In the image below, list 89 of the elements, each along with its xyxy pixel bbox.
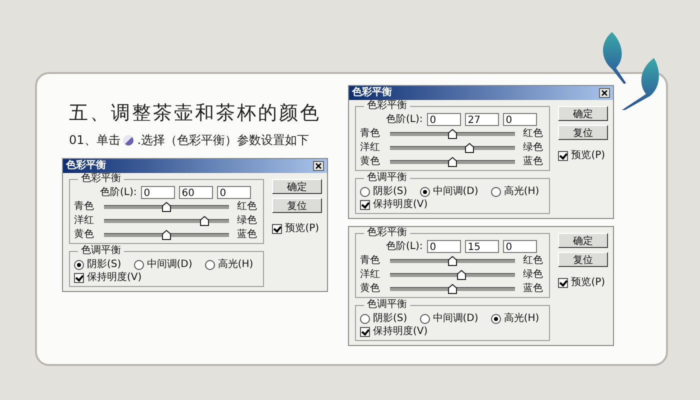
level-field[interactable]: 0 xyxy=(140,186,175,199)
slider-thumb[interactable] xyxy=(457,270,466,280)
slider-thumb[interactable] xyxy=(162,202,172,212)
slider-label: 青色 xyxy=(74,200,95,212)
radio-button[interactable] xyxy=(134,260,144,270)
radio-label: 阴影(S) xyxy=(373,186,408,198)
radio-label: 高光(H) xyxy=(504,313,540,325)
field-label: 色阶(L): xyxy=(386,240,423,252)
slider-thumb[interactable] xyxy=(448,256,458,266)
slider-label: 黄色 xyxy=(360,156,381,168)
close-icon[interactable] xyxy=(313,161,324,171)
slider-thumb[interactable] xyxy=(448,284,458,294)
slider-label: 洋红 xyxy=(360,142,381,154)
radio-label: 高光(H) xyxy=(504,186,540,198)
group-label: 色彩平衡 xyxy=(78,173,124,185)
slider-label: 黄色 xyxy=(360,282,381,294)
dialog-title: 色彩平衡 xyxy=(66,160,106,172)
radio-label: 中间调(D) xyxy=(432,313,478,325)
checkbox-label: 预览(P) xyxy=(571,150,606,162)
level-field[interactable]: 0 xyxy=(502,240,537,253)
checkbox[interactable] xyxy=(272,224,282,234)
radio-button[interactable] xyxy=(490,187,501,197)
step-text: .选择（色彩平衡）参数设置如下 xyxy=(137,132,310,149)
field-label: 色阶(L): xyxy=(100,186,137,198)
slider-label: 蓝色 xyxy=(523,156,544,168)
dialog-title: 色彩平衡 xyxy=(352,87,392,99)
adjustment-icon xyxy=(123,135,134,146)
slider-label: 洋红 xyxy=(74,214,95,226)
group-label: 色彩平衡 xyxy=(364,100,410,112)
radio-button[interactable] xyxy=(74,260,84,270)
checkbox-label: 预览(P) xyxy=(285,223,320,235)
radio-button[interactable] xyxy=(204,260,215,270)
step-text: 01、单击 xyxy=(69,132,120,149)
dialog-button[interactable]: 复位 xyxy=(272,198,322,213)
level-field[interactable]: 0 xyxy=(216,186,251,199)
radio-button[interactable] xyxy=(360,187,370,197)
level-field[interactable]: 0 xyxy=(426,113,461,126)
radio-button[interactable] xyxy=(420,314,430,324)
checkbox[interactable] xyxy=(360,200,370,210)
group-label: 色彩平衡 xyxy=(364,227,410,239)
slider-label: 红色 xyxy=(523,254,544,266)
slide-title: 五、调整茶壶和茶杯的颜色 xyxy=(69,101,321,126)
checkbox-label: 保持明度(V) xyxy=(87,272,142,284)
checkbox[interactable] xyxy=(558,278,568,288)
level-field[interactable]: 60 xyxy=(178,186,213,199)
slider-label: 青色 xyxy=(360,254,381,266)
close-icon[interactable] xyxy=(599,88,610,98)
group-label: 色调平衡 xyxy=(364,299,410,311)
dialog-button[interactable]: 复位 xyxy=(558,252,608,267)
radio-button[interactable] xyxy=(420,187,430,197)
checkbox-label: 保持明度(V) xyxy=(373,326,428,338)
checkbox[interactable] xyxy=(360,327,370,337)
slider-label: 青色 xyxy=(360,128,381,140)
checkbox[interactable] xyxy=(558,151,568,161)
slider-label: 红色 xyxy=(237,200,258,212)
dialog-button[interactable]: 确定 xyxy=(558,233,608,248)
slider-label: 红色 xyxy=(523,128,544,140)
checkbox-label: 保持明度(V) xyxy=(373,199,428,211)
group-label: 色调平衡 xyxy=(364,172,410,184)
dialog-button[interactable]: 确定 xyxy=(272,179,322,194)
level-field[interactable]: 0 xyxy=(426,240,461,253)
radio-button[interactable] xyxy=(360,314,370,324)
slider-label: 绿色 xyxy=(523,268,544,280)
radio-label: 高光(H) xyxy=(218,259,254,271)
dialog-button[interactable]: 确定 xyxy=(558,106,608,121)
slider-label: 蓝色 xyxy=(237,228,258,240)
slider-thumb[interactable] xyxy=(448,156,458,166)
checkbox[interactable] xyxy=(74,273,84,283)
slider-label: 蓝色 xyxy=(523,282,544,294)
radio-button[interactable] xyxy=(490,314,501,324)
level-field[interactable]: 0 xyxy=(502,113,537,126)
slider-thumb[interactable] xyxy=(162,230,172,240)
level-field[interactable]: 15 xyxy=(464,240,499,253)
radio-label: 阴影(S) xyxy=(87,259,122,271)
slider-label: 洋红 xyxy=(360,268,381,280)
checkbox-label: 预览(P) xyxy=(571,277,606,289)
dialog-button[interactable]: 复位 xyxy=(558,125,608,140)
level-field[interactable]: 27 xyxy=(464,113,499,126)
slider-label: 绿色 xyxy=(237,214,258,226)
slider-thumb[interactable] xyxy=(448,128,458,138)
field-label: 色阶(L): xyxy=(386,114,423,126)
radio-label: 中间调(D) xyxy=(432,186,478,198)
radio-label: 中间调(D) xyxy=(146,259,192,271)
slider-thumb[interactable] xyxy=(465,142,474,152)
radio-label: 阴影(S) xyxy=(373,313,408,325)
slider-thumb[interactable] xyxy=(200,216,209,226)
slider-label: 绿色 xyxy=(523,142,544,154)
slider-label: 黄色 xyxy=(74,228,95,240)
group-label: 色调平衡 xyxy=(78,245,124,257)
